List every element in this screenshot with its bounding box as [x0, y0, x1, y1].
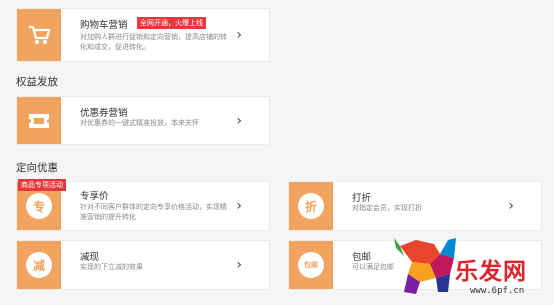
card-description: 对指定会员，实现打折 [352, 204, 422, 212]
card-title: 打折 [352, 193, 372, 204]
card-title: 减现 [80, 252, 100, 263]
discount-card[interactable]: 折 打折 对指定会员，实现打折 › [288, 181, 542, 231]
card-description: 实现的下立减的效果 [80, 263, 143, 271]
free-shipping-icon: 包邮 [298, 252, 324, 278]
exclusive-icon: 专 [26, 193, 52, 219]
bull-logo-icon [394, 238, 456, 294]
shipping-icon-box: 包邮 [289, 241, 333, 289]
promo-tag: 商品专项活动 [18, 179, 66, 191]
cart-icon [29, 25, 51, 44]
chevron-right-icon[interactable]: › [236, 113, 242, 129]
cart-marketing-card[interactable]: 购物车营销 全网开通，火爆上线 对加购人群进行促销和定向营销，提高店铺的转化和成… [16, 8, 270, 62]
chevron-right-icon[interactable]: › [236, 257, 242, 273]
coupon-icon [29, 113, 49, 128]
cash-reduction-icon: 减 [26, 252, 52, 278]
cash-icon-box: 减 [17, 241, 61, 289]
chevron-right-icon[interactable]: › [508, 198, 514, 214]
card-title: 优惠券营销 [80, 108, 128, 119]
coupon-icon-box [17, 97, 61, 144]
card-description: 针对不同客户群体的定向专享价格活动，实现精准营销的提升转化 [80, 203, 227, 221]
watermark-url: www.6pf.cn [470, 286, 525, 296]
card-title: 购物车营销 [80, 20, 128, 31]
watermark-brand: 乐发网 [455, 258, 527, 285]
section-title-rights: 权益发放 [16, 76, 58, 88]
card-description: 对加购人群进行促销和定向营销，提高店铺的转化和成交，促进转化。 [80, 33, 227, 51]
section-title-targeted: 定向优惠 [16, 162, 58, 174]
cash-reduction-card[interactable]: 减 减现 实现的下立减的效果 › [16, 240, 270, 290]
card-title: 专享价 [80, 191, 109, 202]
discount-icon: 折 [298, 193, 324, 219]
chevron-right-icon[interactable]: › [236, 27, 242, 43]
coupon-marketing-card[interactable]: 优惠券营销 对优惠券的一键式精准投放，本来关怀 › [16, 96, 270, 145]
promo-tag: 全网开通，火爆上线 [137, 17, 206, 29]
discount-icon-box: 折 [289, 182, 333, 230]
card-description: 对优惠券的一键式精准投放，本来关怀 [80, 119, 199, 127]
cart-icon-box [17, 9, 61, 61]
chevron-right-icon[interactable]: › [236, 198, 242, 214]
card-title: 包邮 [352, 252, 372, 263]
